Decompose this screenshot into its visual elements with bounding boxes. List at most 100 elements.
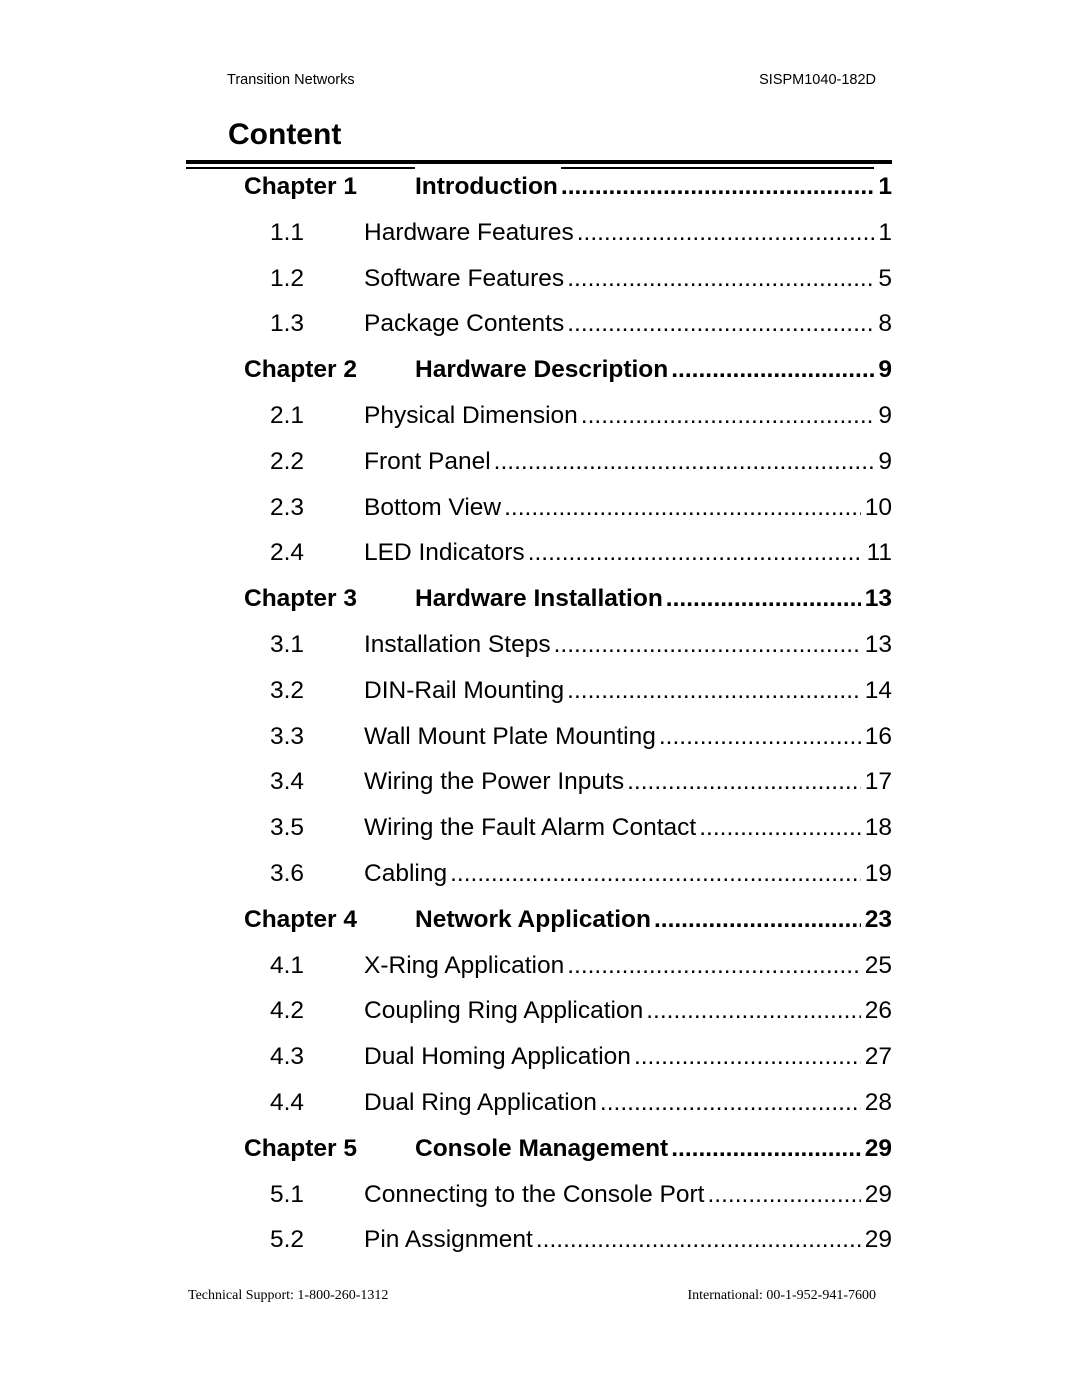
- toc-entry-number: 3.5: [270, 814, 305, 842]
- toc-entry-page: 14: [860, 670, 892, 711]
- toc-entry-page: 9: [874, 441, 892, 482]
- toc-chapter-entry[interactable]: Chapter 3 Hardware Installation..........…: [0, 579, 1080, 620]
- toc-section-entry[interactable]: 3.5 Wiring the Fault Alarm Contact.......…: [0, 808, 1080, 849]
- toc-section-entry[interactable]: 5.1 Connecting to the Console Port.......…: [0, 1174, 1080, 1215]
- toc-entry-page: 29: [860, 1220, 892, 1261]
- toc-section-entry[interactable]: 4.1 X-Ring Application...................…: [0, 945, 1080, 986]
- toc-section-entry[interactable]: 3.6 Cabling..............................…: [0, 854, 1080, 894]
- toc-chapter-entry[interactable]: Chapter 4 Network Application............…: [0, 899, 1080, 940]
- toc-chapter-entry[interactable]: Chapter 5 Console Management.............…: [0, 1128, 1080, 1169]
- toc-entry-title: Console Management: [415, 1128, 672, 1169]
- toc-entry-page: 27: [860, 1037, 892, 1078]
- toc-entry-title: Introduction: [415, 167, 561, 207]
- toc-entry-page: 1: [874, 212, 892, 253]
- toc-entry-title: Bottom View: [364, 487, 505, 528]
- toc-entry-page: 18: [860, 808, 892, 849]
- toc-entry-leader: DIN-Rail Mounting.......................…: [364, 670, 861, 711]
- toc-section-entry[interactable]: 2.4 LED Indicators.......................…: [0, 533, 1080, 574]
- toc-section-entry[interactable]: 1.1 Hardware Features....................…: [0, 212, 1080, 253]
- toc-dot-leader: ........................................…: [658, 722, 861, 750]
- toc-entry-leader: Dual Homing Application.................…: [364, 1037, 861, 1078]
- toc-section-entry[interactable]: 2.2 Front Panel..........................…: [0, 441, 1080, 482]
- toc-entry-page: 5: [874, 258, 892, 299]
- toc-entry-number: 3.4: [270, 768, 305, 796]
- toc-entry-leader: Pin Assignment..........................…: [364, 1220, 861, 1261]
- toc-entry-leader: LED Indicators..........................…: [364, 533, 863, 574]
- toc-entry-number: Chapter 1: [244, 173, 358, 200]
- toc-entry-page: 23: [860, 899, 892, 940]
- toc-dot-leader: ........................................…: [504, 493, 861, 521]
- toc-dot-leader: ........................................…: [527, 539, 863, 567]
- toc-section-entry[interactable]: 3.4 Wiring the Power Inputs..............…: [0, 762, 1080, 803]
- toc-entry-number: 3.3: [270, 722, 305, 750]
- toc-entry-title: Front Panel: [364, 441, 494, 482]
- toc-entry-number: 3.2: [270, 676, 305, 704]
- toc-entry-title: X-Ring Application: [364, 945, 568, 986]
- toc-entry-leader: Bottom View.............................…: [364, 487, 861, 528]
- toc-entry-leader: Cabling.................................…: [364, 854, 861, 894]
- toc-dot-leader: ........................................…: [653, 905, 861, 933]
- toc-entry-title: Coupling Ring Application: [364, 991, 647, 1032]
- toc-section-entry[interactable]: 2.1 Physical Dimension...................…: [0, 396, 1080, 436]
- toc-entry-title: Installation Steps: [364, 625, 554, 665]
- header-company: Transition Networks: [227, 72, 355, 88]
- toc-entry-page: 9: [874, 396, 892, 436]
- toc-entry-page: 13: [860, 625, 892, 665]
- toc-entry-title: Network Application: [415, 899, 654, 940]
- toc-dot-leader: ........................................…: [665, 585, 861, 613]
- toc-dot-leader: ........................................…: [627, 768, 861, 796]
- toc-entry-leader: Connecting to the Console Port..........…: [364, 1174, 861, 1215]
- toc-entry-page: 16: [860, 716, 892, 757]
- toc-entry-page: 17: [860, 762, 892, 803]
- toc-entry-leader: Installation Steps......................…: [364, 625, 861, 665]
- toc-dot-leader: ........................................…: [567, 310, 875, 338]
- toc-dot-leader: ........................................…: [633, 1043, 861, 1071]
- toc-section-entry[interactable]: 3.3 Wall Mount Plate Mounting............…: [0, 716, 1080, 757]
- toc-entry-page: 29: [860, 1128, 892, 1169]
- title-rule-thick: [186, 160, 892, 164]
- toc-entry-leader: Console Management......................…: [415, 1128, 861, 1169]
- toc-dot-leader: ........................................…: [553, 631, 861, 658]
- toc-entry-page: 25: [860, 945, 892, 986]
- toc-entry-leader: Package Contents........................…: [364, 304, 875, 345]
- toc-entry-number: 4.1: [270, 951, 305, 979]
- toc-section-entry[interactable]: 2.3 Bottom View..........................…: [0, 487, 1080, 528]
- toc-entry-page: 13: [860, 579, 892, 620]
- toc-section-entry[interactable]: 4.3 Dual Homing Application..............…: [0, 1037, 1080, 1078]
- toc-dot-leader: ........................................…: [580, 402, 875, 429]
- toc-section-entry[interactable]: 1.3 Package Contents.....................…: [0, 304, 1080, 345]
- toc-entry-leader: Wiring the Fault Alarm Contact..........…: [364, 808, 861, 849]
- toc-entry-leader: Coupling Ring Application...............…: [364, 991, 861, 1032]
- toc-entry-leader: Front Panel.............................…: [364, 441, 875, 482]
- toc-entry-leader: Hardware Installation...................…: [415, 579, 861, 620]
- toc-entry-leader: Wall Mount Plate Mounting...............…: [364, 716, 861, 757]
- toc-dot-leader: ........................................…: [567, 951, 861, 979]
- toc-entry-title: Package Contents: [364, 304, 568, 345]
- toc-entry-number: 1.2: [270, 264, 305, 292]
- toc-dot-leader: ........................................…: [567, 264, 875, 292]
- toc-dot-leader: ........................................…: [599, 1089, 861, 1116]
- toc-entry-page: 19: [860, 854, 892, 894]
- toc-dot-leader: ........................................…: [535, 1226, 861, 1254]
- toc-section-entry[interactable]: 3.1 Installation Steps...................…: [0, 625, 1080, 665]
- toc-section-entry[interactable]: 5.2 Pin Assignment.......................…: [0, 1220, 1080, 1261]
- toc-dot-leader: ........................................…: [671, 356, 874, 384]
- toc-dot-leader: ........................................…: [567, 676, 861, 704]
- toc-dot-leader: ........................................…: [560, 173, 875, 200]
- toc-section-entry[interactable]: 4.4 Dual Ring Application................…: [0, 1083, 1080, 1123]
- toc-chapter-entry[interactable]: Chapter 2 Hardware Description...........…: [0, 350, 1080, 391]
- toc-entry-number: 1.3: [270, 310, 305, 338]
- toc-entry-leader: Network Application.....................…: [415, 899, 861, 940]
- toc-entry-number: 2.2: [270, 447, 305, 475]
- toc-dot-leader: ........................................…: [671, 1134, 861, 1162]
- toc-entry-title: Hardware Installation: [415, 579, 666, 620]
- toc-chapter-entry[interactable]: Chapter 1 Introduction...................…: [0, 167, 1080, 207]
- toc-dot-leader: ........................................…: [493, 447, 875, 475]
- toc-entry-number: Chapter 5: [244, 1134, 358, 1162]
- toc-entry-number: 5.1: [270, 1180, 305, 1208]
- toc-section-entry[interactable]: 3.2 DIN-Rail Mounting....................…: [0, 670, 1080, 711]
- toc-section-entry[interactable]: 4.2 Coupling Ring Application............…: [0, 991, 1080, 1032]
- toc-entry-number: 3.1: [270, 631, 305, 658]
- toc-section-entry[interactable]: 1.2 Software Features....................…: [0, 258, 1080, 299]
- toc-entry-number: 5.2: [270, 1226, 305, 1254]
